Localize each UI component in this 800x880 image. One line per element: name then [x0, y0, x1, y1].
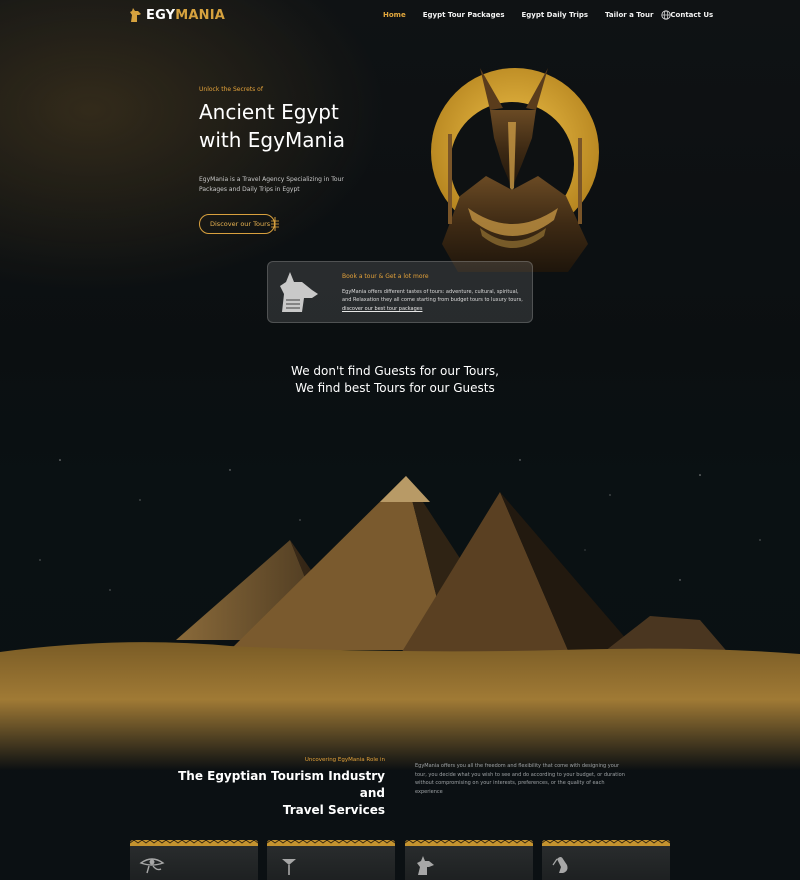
- role-eyebrow: Uncovering EgyMania Role in: [304, 757, 385, 763]
- border-pattern: [405, 840, 533, 846]
- nav-link-daily-trips[interactable]: Egypt Daily Trips: [522, 11, 589, 19]
- page: EGYMANIA Home Egypt Tour Packages Egypt …: [0, 0, 800, 880]
- role-description: EgyMania offers you all the freedom and …: [415, 763, 625, 795]
- ankh-decoration-icon: [271, 217, 279, 231]
- tagline-line2: We find best Tours for our Guests: [295, 381, 495, 395]
- hero-eyebrow: Unlock the Secrets of: [199, 86, 263, 93]
- brand-name-part1: EGY: [146, 7, 176, 23]
- feature-card-1[interactable]: [130, 840, 258, 880]
- tagline: We don't find Guests for our Tours, We f…: [0, 363, 790, 397]
- tagline-line1: We don't find Guests for our Tours,: [291, 364, 499, 378]
- nav-link-tailor-tour[interactable]: Tailor a Tour: [605, 11, 653, 19]
- border-pattern: [130, 840, 258, 846]
- feature-card-4[interactable]: [542, 840, 670, 880]
- discover-tours-button[interactable]: Discover our Tours: [199, 214, 275, 234]
- brand-name-part2: MANIA: [175, 7, 226, 23]
- role-title-line1: The Egyptian Tourism Industry and: [178, 769, 385, 800]
- pyramids-image: [0, 459, 800, 770]
- papyrus-icon: [282, 859, 296, 875]
- globe-icon[interactable]: [661, 10, 671, 20]
- hero-description: EgyMania is a Travel Agency Specializing…: [199, 176, 344, 193]
- nav-link-contact[interactable]: Contact Us: [670, 11, 713, 19]
- nav-link-tour-packages[interactable]: Egypt Tour Packages: [423, 11, 505, 19]
- role-title-line2: Travel Services: [282, 803, 385, 817]
- border-pattern: [267, 840, 395, 846]
- brand-name: EGYMANIA: [146, 8, 225, 23]
- feature-cards: [130, 840, 670, 880]
- card-text: EgyMania offers different tastes of tour…: [342, 289, 523, 303]
- hero-title-line2: with EgyMania: [199, 128, 345, 152]
- hero-title-line1: Ancient Egypt: [199, 100, 339, 124]
- top-navigation: EGYMANIA Home Egypt Tour Packages Egypt …: [0, 0, 800, 32]
- brand-logo[interactable]: EGYMANIA: [129, 7, 225, 23]
- hero-title: Ancient Egypt with EgyMania: [199, 98, 419, 154]
- border-pattern: [542, 840, 670, 846]
- tour-packages-link[interactable]: discover our best tour packages: [342, 306, 422, 312]
- nav-link-home[interactable]: Home: [383, 11, 406, 19]
- role-title: The Egyptian Tourism Industry and Travel…: [160, 768, 385, 819]
- card-title: Book a tour & Get a lot more: [342, 273, 429, 280]
- book-tour-card: Book a tour & Get a lot more EgyMania of…: [267, 261, 533, 323]
- feature-card-2[interactable]: [267, 840, 395, 880]
- anubis-icon: [417, 856, 434, 875]
- ibis-icon: [552, 857, 568, 873]
- anubis-head-icon: [280, 272, 318, 312]
- anubis-statue-image: [431, 68, 599, 272]
- anubis-logo-icon: [130, 8, 141, 22]
- eye-of-horus-icon: [139, 858, 165, 874]
- feature-card-3[interactable]: [405, 840, 533, 880]
